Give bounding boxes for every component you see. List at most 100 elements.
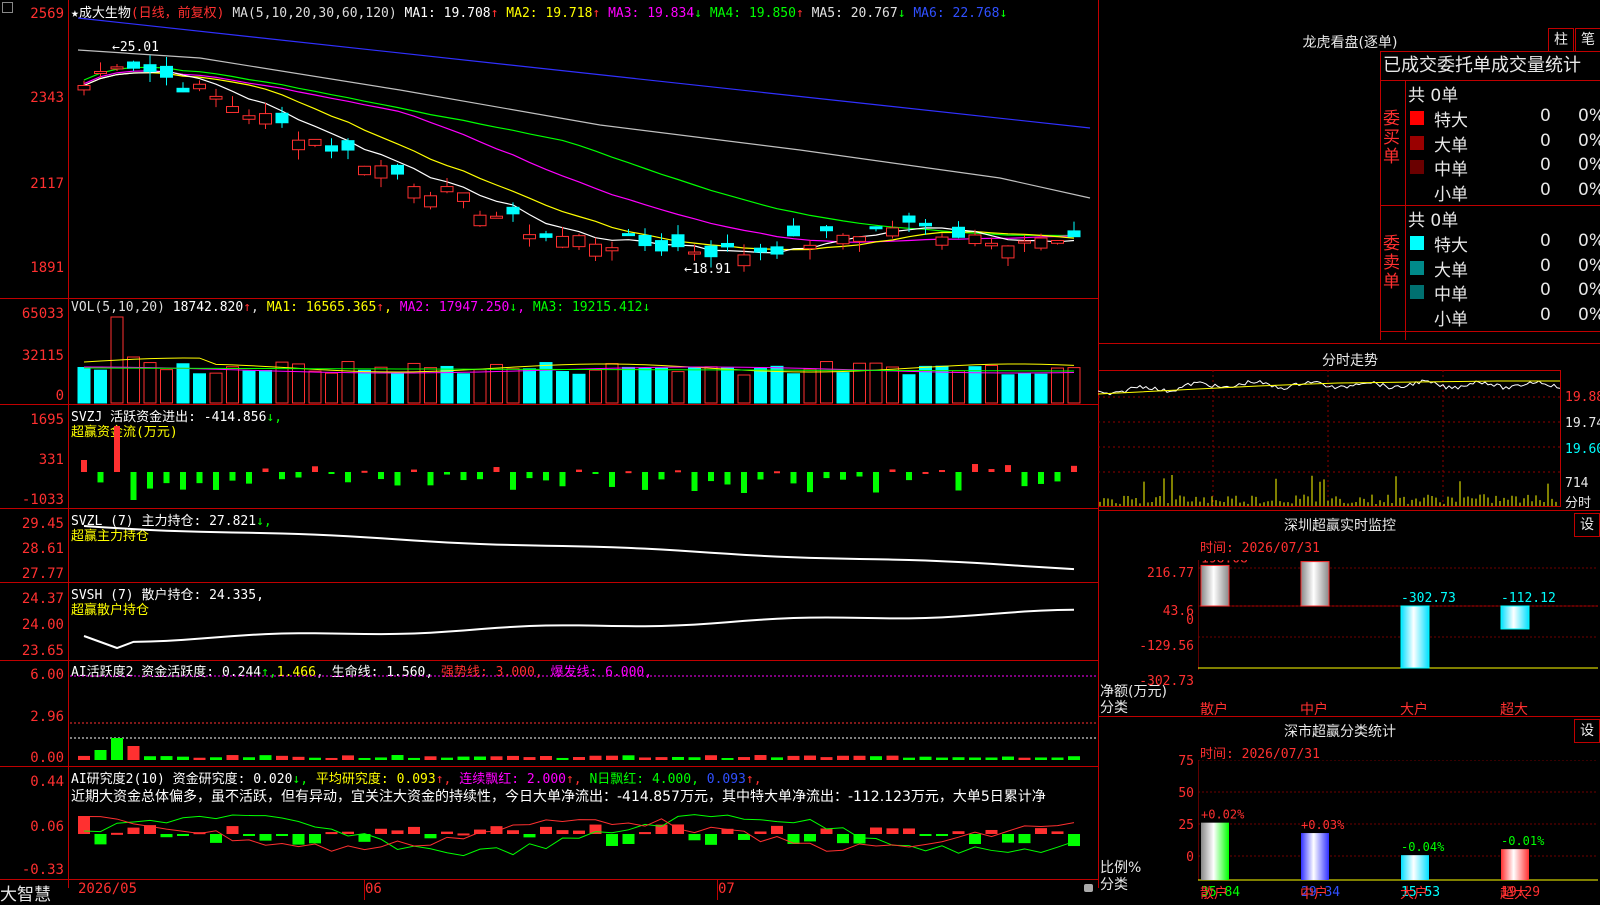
flow-bar (510, 472, 516, 490)
activity-bar (210, 757, 222, 760)
chart-canvas[interactable] (0, 0, 1098, 880)
candle (160, 65, 173, 78)
research-bar (94, 834, 107, 845)
classstat-settings-button[interactable]: 设 (1574, 719, 1600, 743)
volume-bar (803, 368, 817, 404)
candle (1051, 239, 1064, 244)
volume-bar (94, 369, 107, 404)
color-swatch (1410, 285, 1424, 299)
volume-bar (490, 363, 503, 404)
research-bar (589, 824, 602, 834)
classstat-title: 深市超赢分类统计 (1284, 724, 1396, 740)
candle (539, 233, 553, 238)
candle (374, 165, 388, 179)
volume-bar (902, 374, 916, 404)
candle (589, 243, 602, 257)
flow-bar (543, 472, 549, 481)
flow-bar (394, 472, 401, 486)
research-bar (688, 834, 701, 841)
flow-bar (229, 472, 236, 481)
intraday-chart[interactable] (1098, 370, 1562, 508)
monitor-title: 深圳超赢实时监控 (1284, 518, 1396, 534)
candle (275, 112, 289, 124)
x-tick: 07 (718, 881, 735, 897)
classstat-bar (1301, 833, 1329, 880)
flow-bar (807, 472, 813, 493)
activity-bar (754, 755, 767, 760)
volume-bar (572, 373, 586, 404)
flow-bar (955, 472, 962, 491)
svzl-line (83, 525, 1075, 571)
flow-bar (939, 470, 945, 473)
flow-bar (708, 472, 714, 482)
flow-bar (988, 469, 995, 472)
flow-bar (658, 472, 665, 480)
research-bar (457, 833, 470, 836)
monitor-bar-value: -302.73 (1401, 591, 1456, 606)
dragon-tabs[interactable]: 已成交委托单成交量统计 (1380, 51, 1600, 81)
lock-icon[interactable] (1084, 884, 1093, 892)
tick-mode-button[interactable]: 笔 (1575, 28, 1600, 52)
volume-bar (242, 370, 256, 404)
flow-bar (1021, 472, 1028, 487)
candle (143, 64, 157, 72)
research-bar (952, 831, 965, 834)
volume-bar (259, 370, 272, 404)
svsh-line (83, 608, 1075, 650)
flow-bar (592, 472, 599, 474)
activity-bar (606, 755, 618, 760)
research-bar (375, 828, 387, 834)
candle (308, 138, 322, 146)
candle (886, 227, 899, 237)
volume-bar (721, 367, 734, 404)
research-bar (325, 832, 338, 835)
volume-bar (704, 366, 718, 404)
research-bar (1035, 828, 1047, 834)
candle (1018, 240, 1031, 244)
monitor-cat: 超大 (1500, 702, 1528, 718)
classstat-change: +0.02% (1201, 808, 1245, 822)
candle (572, 235, 586, 248)
volume-bar (341, 361, 355, 404)
classstat-cat: 超大 (1500, 886, 1528, 902)
monitor-chart: 198.08 216.77 -302.73 -112.12 (1198, 560, 1598, 670)
flow-bar (411, 469, 417, 472)
candle (341, 140, 355, 151)
research-bar (919, 834, 932, 836)
flow-bar (757, 472, 764, 480)
classstat-cat: 大户 (1400, 886, 1428, 902)
research-bar (127, 827, 140, 834)
activity-bar (160, 756, 173, 760)
buy-total: 共 0单 (1408, 86, 1459, 106)
flow-bar (130, 472, 137, 500)
research-bar (969, 834, 981, 845)
dragon-left-border (1380, 80, 1381, 340)
color-swatch (1410, 261, 1424, 275)
volume-bar (308, 370, 322, 404)
research-bar (754, 831, 767, 834)
activity-bar (738, 757, 750, 760)
research-bar (226, 826, 239, 834)
buy-orders-label: 委买单 (1383, 109, 1400, 167)
activity-bar (540, 756, 552, 760)
research-bar (804, 834, 816, 842)
flow-bar (361, 470, 368, 473)
activity-bar (127, 746, 140, 760)
activity-bar (408, 757, 420, 760)
activity-bar (391, 755, 404, 760)
classstat-bar (1401, 855, 1429, 880)
activity-bar (276, 755, 288, 760)
ma-line (83, 66, 1074, 237)
research-bar (985, 829, 998, 834)
monitor-settings-button[interactable]: 设 (1574, 513, 1600, 537)
flow-bar (576, 469, 582, 472)
monitor-cat: 大户 (1400, 702, 1428, 718)
bar-mode-button[interactable]: 柱 (1548, 28, 1574, 52)
classstat-change: -0.01% (1501, 834, 1545, 848)
dragon-inner-border (1405, 80, 1406, 340)
activity-bar (94, 750, 107, 760)
candle (424, 195, 437, 208)
x-tick-mark (364, 880, 365, 900)
candle (1034, 237, 1048, 249)
activity-bar (556, 757, 569, 760)
